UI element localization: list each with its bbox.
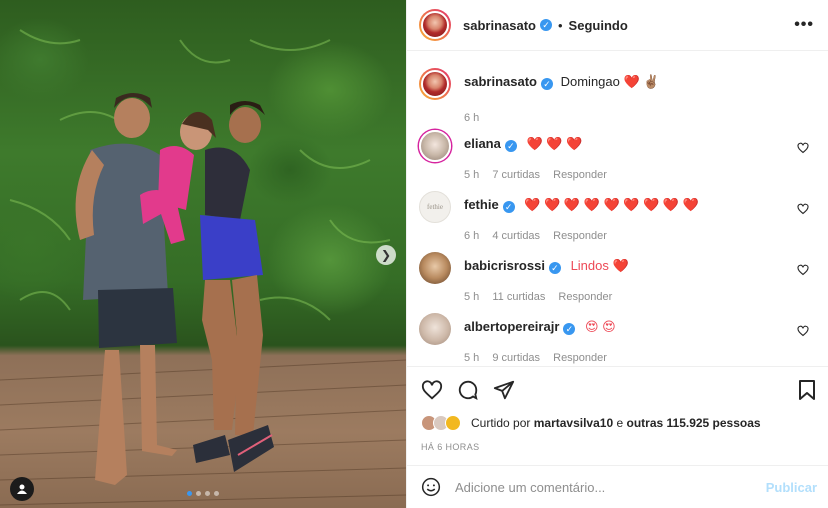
post-photo[interactable]: ❯ (0, 0, 406, 508)
heart-outline-icon[interactable] (797, 142, 809, 154)
comment-text: Lindos ❤️ (570, 258, 629, 273)
verified-badge-icon: ✓ (563, 323, 576, 335)
caption-time[interactable]: 6 h (464, 112, 479, 124)
separator-dot: • (557, 17, 563, 33)
verified-badge-icon: ✓ (504, 140, 517, 152)
comment-item: fethie fethie ✓ ❤️ ❤️ ❤️ ❤️ ❤️ ❤️ ❤️ ❤️ ❤… (419, 191, 819, 242)
tagged-people-button[interactable] (10, 477, 34, 501)
comment-likes[interactable]: 9 curtidas (492, 352, 540, 364)
heart-outline-icon[interactable] (797, 325, 809, 337)
post-header: sabrinasato ✓ • Seguindo ••• (407, 0, 828, 51)
verified-badge-icon: ✓ (539, 19, 552, 31)
comment-username[interactable]: fethie (464, 197, 499, 212)
next-photo-button[interactable]: ❯ (376, 245, 396, 265)
more-options-icon[interactable]: ••• (794, 16, 814, 34)
author-username[interactable]: sabrinasato (463, 18, 536, 33)
caption-username[interactable]: sabrinasato (464, 74, 537, 89)
comment-bubble-icon[interactable] (457, 379, 479, 401)
carousel-dot (205, 491, 210, 496)
chevron-right-icon: ❯ (380, 248, 392, 262)
carousel-dot (196, 491, 201, 496)
post-sidebar: sabrinasato ✓ • Seguindo ••• sabrinasato… (406, 0, 828, 508)
comment-username[interactable]: babicrisrossi (464, 258, 545, 273)
caption-emojis: ❤️ ✌🏽 (623, 74, 660, 89)
comment-time[interactable]: 5 h (464, 291, 479, 303)
comment-item: eliana ✓ ❤️ ❤️ ❤️ 5 h 7 curtidas Responde… (419, 130, 819, 181)
smiley-icon[interactable] (421, 477, 441, 497)
comment-item: albertopereirajr ✓ 😍 😍 5 h 9 curtidas Res… (419, 313, 819, 364)
comment-text: ❤️ ❤️ ❤️ ❤️ ❤️ ❤️ ❤️ ❤️ ❤️ (524, 197, 699, 212)
comment-time[interactable]: 5 h (464, 352, 479, 364)
comment-reply-button[interactable]: Responder (553, 169, 607, 181)
carousel-dot (214, 491, 219, 496)
comment-composer: Adicione um comentário... Publicar (407, 465, 828, 508)
verified-badge-icon: ✓ (548, 262, 561, 274)
likes-others-link[interactable]: outras 115.925 pessoas (627, 416, 761, 430)
carousel-indicator (187, 491, 219, 496)
liker-avatar (445, 415, 461, 431)
comment-likes[interactable]: 11 curtidas (492, 291, 545, 303)
comment-avatar[interactable] (419, 130, 451, 162)
author-avatar[interactable] (419, 9, 451, 41)
person-tag-icon (17, 484, 27, 494)
heart-outline-icon[interactable] (797, 264, 809, 276)
post-actions: Curtido por martavsilva10 e outras 115.9… (407, 366, 828, 466)
comment-time[interactable]: 6 h (464, 230, 479, 242)
post-photo-illustration (0, 29, 406, 506)
post-timestamp[interactable]: HÁ 6 HORAS (421, 442, 480, 452)
comment-input[interactable]: Adicione um comentário... (455, 480, 605, 495)
likes-middle: e (616, 416, 624, 430)
verified-badge-icon: ✓ (502, 201, 515, 213)
heart-outline-icon[interactable] (421, 379, 443, 401)
comment-item: babicrisrossi ✓ Lindos ❤️ 5 h 11 curtidas… (419, 252, 819, 303)
liker-username[interactable]: martavsilva10 (534, 416, 613, 430)
comment-text: 😍 😍 (585, 319, 616, 334)
verified-badge-icon: ✓ (540, 78, 553, 90)
paper-plane-icon[interactable] (493, 379, 515, 401)
heart-outline-icon[interactable] (797, 203, 809, 215)
comment-username[interactable]: eliana (464, 136, 501, 151)
comment-text: ❤️ ❤️ ❤️ (526, 136, 583, 151)
avatar-text: fethie (427, 203, 443, 211)
caption-text: Domingao (560, 74, 620, 89)
comment-likes[interactable]: 4 curtidas (492, 230, 540, 242)
likes-prefix: Curtido por (471, 416, 531, 430)
comment-reply-button[interactable]: Responder (553, 352, 607, 364)
caption: sabrinasato ✓ Domingao ❤️ ✌🏽 6 h (419, 68, 819, 124)
bookmark-icon[interactable] (797, 379, 817, 401)
caption-author-avatar[interactable] (419, 68, 451, 100)
comment-avatar[interactable]: fethie (419, 191, 451, 223)
comment-username[interactable]: albertopereirajr (464, 319, 559, 334)
comment-time[interactable]: 5 h (464, 169, 479, 181)
carousel-dot (187, 491, 192, 496)
follow-status-button[interactable]: Seguindo (569, 18, 628, 33)
comment-avatar[interactable] (419, 313, 451, 345)
comment-avatar[interactable] (419, 252, 451, 284)
comment-likes[interactable]: 7 curtidas (492, 169, 540, 181)
likes-summary: Curtido por martavsilva10 e outras 115.9… (421, 415, 761, 431)
comment-reply-button[interactable]: Responder (558, 291, 612, 303)
publish-button[interactable]: Publicar (766, 480, 817, 495)
woman-figure (193, 101, 274, 472)
instagram-post-modal: ❯ sabrinasato ✓ • Seguindo ••• sabrinasa… (0, 0, 828, 508)
comment-reply-button[interactable]: Responder (553, 230, 607, 242)
